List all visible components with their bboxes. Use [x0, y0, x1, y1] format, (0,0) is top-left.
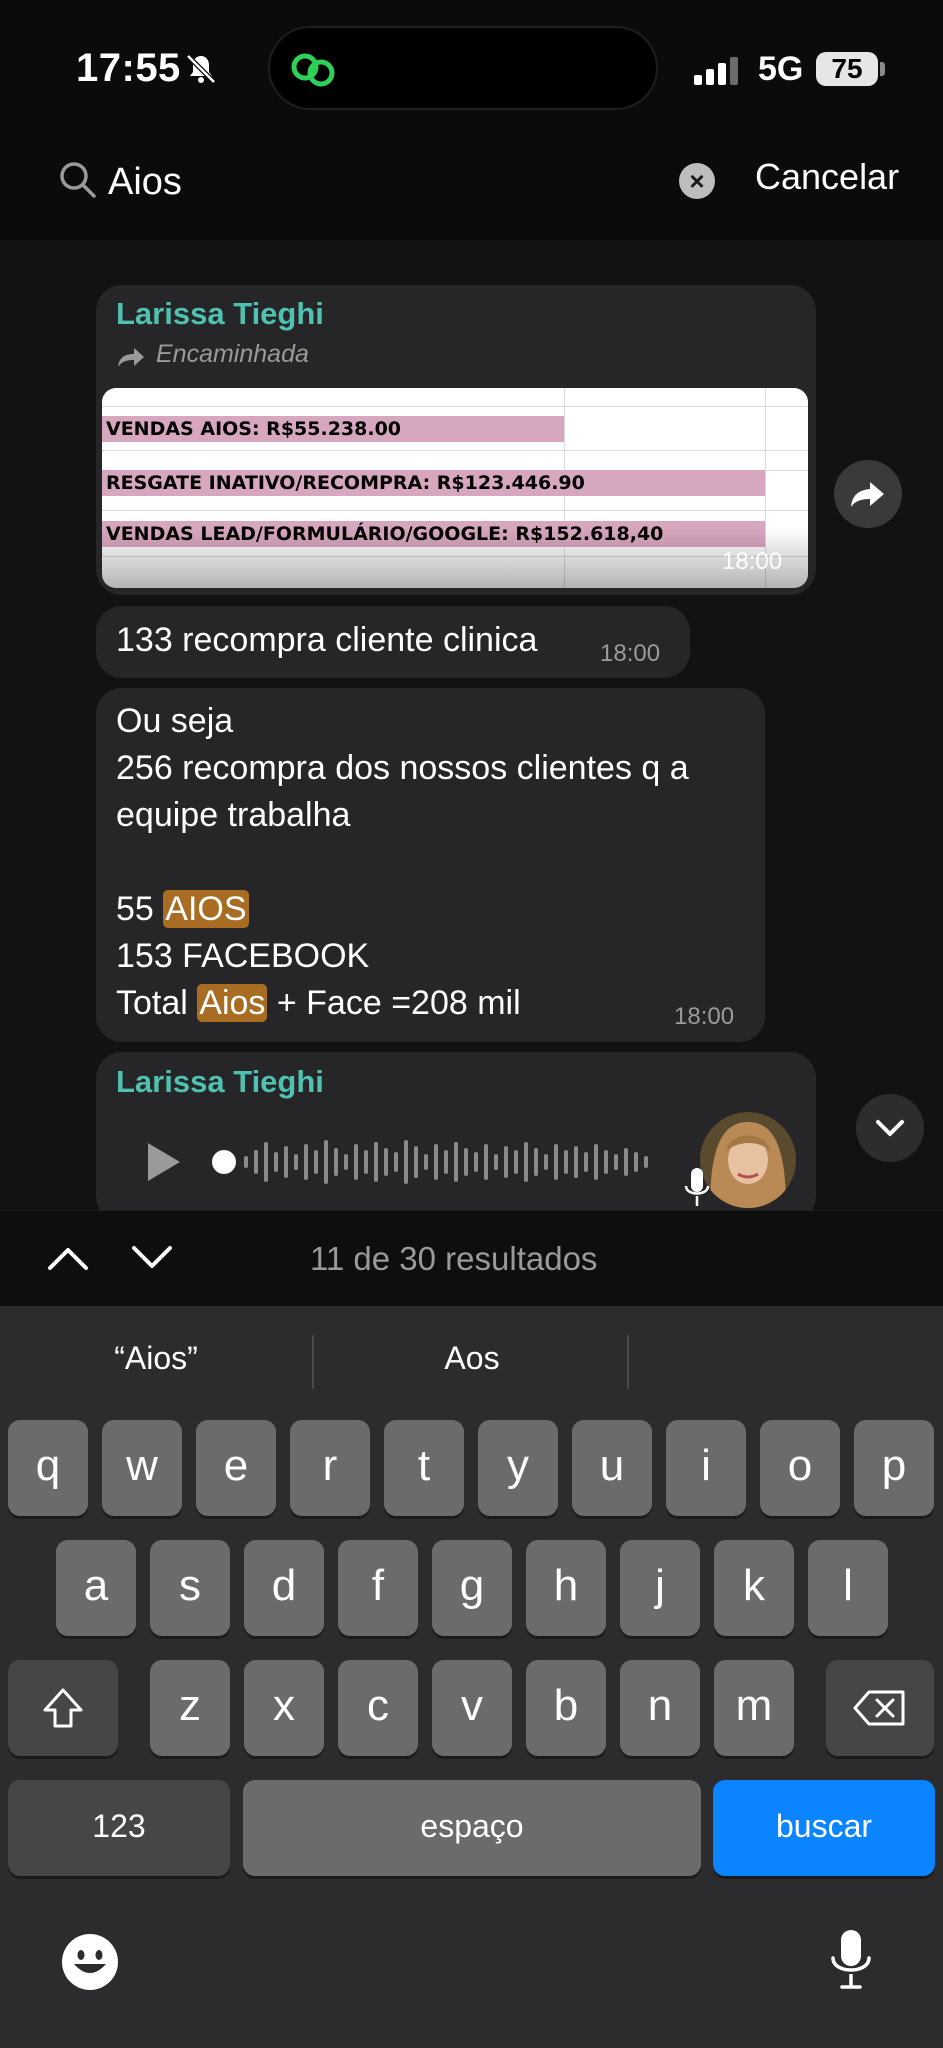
- key-y[interactable]: y: [478, 1420, 558, 1516]
- share-button[interactable]: [834, 460, 902, 528]
- spreadsheet-image[interactable]: VENDAS AIOS: R$55.238.00 RESGATE INATIVO…: [102, 388, 808, 588]
- image-shade: [102, 528, 808, 588]
- shift-icon: [43, 1688, 83, 1728]
- key-d[interactable]: d: [244, 1540, 324, 1636]
- cancel-button[interactable]: Cancelar: [755, 156, 899, 198]
- message-line: 55 AIOS: [116, 886, 249, 933]
- chevron-down-icon: [876, 1120, 904, 1136]
- key-z[interactable]: z: [150, 1660, 230, 1756]
- text-fragment: 55: [116, 890, 164, 928]
- key-o[interactable]: o: [760, 1420, 840, 1516]
- mic-icon[interactable]: [828, 1928, 874, 1992]
- search-key[interactable]: buscar: [713, 1780, 935, 1876]
- suggestion-item[interactable]: Aos: [322, 1340, 622, 1377]
- key-c[interactable]: c: [338, 1660, 418, 1756]
- key-t[interactable]: t: [384, 1420, 464, 1516]
- key-q[interactable]: q: [8, 1420, 88, 1516]
- message-line: Ou seja: [116, 702, 234, 740]
- mic-icon: [684, 1168, 710, 1206]
- key-h[interactable]: h: [526, 1540, 606, 1636]
- network-type: 5G: [758, 50, 804, 88]
- bell-slash-icon: [186, 54, 216, 84]
- results-count: 11 de 30 resultados: [310, 1240, 598, 1277]
- share-icon: [851, 482, 884, 507]
- waveform[interactable]: [210, 1134, 660, 1190]
- message-time: 18:00: [722, 548, 783, 575]
- space-key[interactable]: espaço: [243, 1780, 701, 1876]
- suggestion-divider: [312, 1335, 314, 1389]
- key-x[interactable]: x: [244, 1660, 324, 1756]
- key-l[interactable]: l: [808, 1540, 888, 1636]
- backspace-icon: [853, 1690, 905, 1726]
- text-fragment: + Face =208 mil: [267, 984, 521, 1022]
- backspace-key[interactable]: [826, 1660, 934, 1756]
- chevron-up-icon[interactable]: [46, 1240, 90, 1276]
- link-icon: [291, 53, 335, 87]
- search-highlight: AIOS: [163, 890, 249, 928]
- suggestion-item[interactable]: “Aios”: [6, 1340, 306, 1377]
- search-input[interactable]: [108, 154, 668, 210]
- key-a[interactable]: a: [56, 1540, 136, 1636]
- sender-name[interactable]: Larissa Tieghi: [116, 1064, 324, 1100]
- message-line: 153 FACEBOOK: [116, 937, 370, 975]
- status-time: 17:55: [76, 46, 181, 90]
- key-g[interactable]: g: [432, 1540, 512, 1636]
- battery-tip: [880, 62, 885, 76]
- forward-icon: [118, 348, 144, 367]
- clear-search-button[interactable]: ×: [679, 163, 715, 199]
- key-v[interactable]: v: [432, 1660, 512, 1756]
- text-fragment: Total: [116, 984, 198, 1022]
- shift-key[interactable]: [8, 1660, 118, 1756]
- key-k[interactable]: k: [714, 1540, 794, 1636]
- key-r[interactable]: r: [290, 1420, 370, 1516]
- emoji-icon[interactable]: [60, 1932, 120, 1992]
- sender-name[interactable]: Larissa Tieghi: [116, 296, 324, 332]
- clear-icon: ×: [689, 166, 705, 196]
- avatar-image: [700, 1112, 796, 1208]
- suggestion-divider: [627, 1335, 629, 1389]
- key-p[interactable]: p: [854, 1420, 934, 1516]
- message-line: 256 recompra dos nossos clientes q a: [116, 749, 689, 787]
- avatar[interactable]: [700, 1112, 796, 1208]
- key-s[interactable]: s: [150, 1540, 230, 1636]
- key-b[interactable]: b: [526, 1660, 606, 1756]
- search-icon: [60, 162, 96, 198]
- search-highlight: Aios: [197, 984, 268, 1022]
- message-line: Total Aios + Face =208 mil: [116, 980, 521, 1027]
- key-i[interactable]: i: [666, 1420, 746, 1516]
- sheet-row: RESGATE INATIVO/RECOMPRA: R$123.446.90: [102, 470, 765, 496]
- battery-level: 75: [816, 52, 878, 86]
- play-icon[interactable]: [144, 1140, 184, 1184]
- message-text: 133 recompra cliente clinica: [116, 621, 538, 659]
- message-line: equipe trabalha: [116, 796, 351, 834]
- numbers-key[interactable]: 123: [8, 1780, 230, 1876]
- forwarded-label: Encaminhada: [156, 340, 309, 368]
- chevron-down-icon[interactable]: [130, 1240, 174, 1276]
- message-time: 18:00: [600, 640, 661, 667]
- key-f[interactable]: f: [338, 1540, 418, 1636]
- key-w[interactable]: w: [102, 1420, 182, 1516]
- key-n[interactable]: n: [620, 1660, 700, 1756]
- key-m[interactable]: m: [714, 1660, 794, 1756]
- message-time: 18:00: [674, 1003, 735, 1030]
- sheet-row: VENDAS AIOS: R$55.238.00: [102, 416, 564, 442]
- scroll-down-button[interactable]: [856, 1094, 924, 1162]
- key-u[interactable]: u: [572, 1420, 652, 1516]
- key-e[interactable]: e: [196, 1420, 276, 1516]
- key-j[interactable]: j: [620, 1540, 700, 1636]
- signal-icon: [694, 57, 738, 85]
